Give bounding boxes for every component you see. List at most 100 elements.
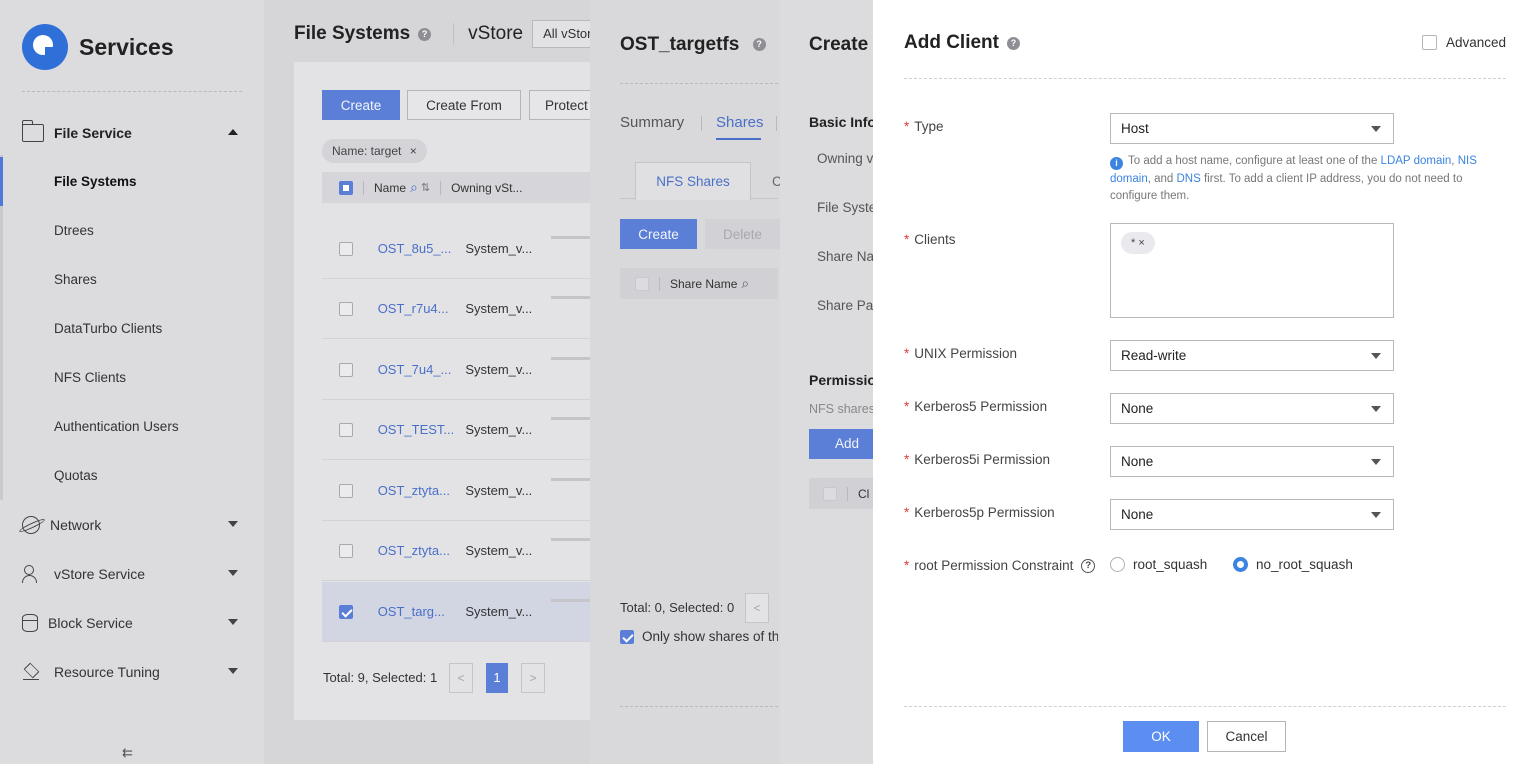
protect-button[interactable]: Protect: [529, 90, 590, 120]
search-icon[interactable]: ⌕: [410, 179, 418, 196]
file-system-name-link[interactable]: OST_ztyta...: [378, 543, 466, 558]
create-button[interactable]: Create: [322, 90, 400, 120]
capacity-bar: [551, 296, 590, 299]
create-from-button[interactable]: Create From: [407, 90, 521, 120]
row-checkbox[interactable]: [339, 362, 353, 377]
advanced-checkbox[interactable]: [1421, 35, 1437, 50]
column-divider: [363, 180, 364, 195]
only-show-shares-option[interactable]: Only show shares of th: [620, 629, 778, 644]
sidebar-item-file-systems[interactable]: File Systems: [0, 157, 264, 206]
sidebar-item-dtrees[interactable]: Dtrees: [0, 206, 264, 255]
sidebar-group-file-service[interactable]: File Service: [0, 108, 264, 157]
owning-vstore-cell: System_v...: [465, 483, 533, 498]
clients-input[interactable]: * ×: [1110, 223, 1394, 318]
file-system-name-link[interactable]: OST_targ...: [378, 604, 466, 619]
chevron-up-icon: [228, 129, 238, 135]
file-system-name-link[interactable]: OST_8u5_...: [378, 241, 466, 256]
filter-tag: Name: target ×: [322, 139, 427, 163]
kerberos5p-permission-select[interactable]: None: [1110, 499, 1394, 530]
advanced-label: Advanced: [1445, 35, 1506, 50]
question-icon[interactable]: ?: [1081, 558, 1096, 573]
file-system-name-link[interactable]: OST_7u4_...: [378, 362, 466, 377]
sidebar-item-nfs-clients[interactable]: NFS Clients: [0, 353, 264, 402]
only-show-shares-checkbox[interactable]: [620, 629, 634, 644]
table-row[interactable]: OST_8u5_... System_v...: [322, 219, 590, 279]
kerberos5-permission-select[interactable]: None: [1110, 393, 1394, 424]
page-prev-button[interactable]: <: [449, 663, 473, 693]
select-all-checkbox[interactable]: [339, 180, 353, 195]
filter-tag-label: Name: target: [332, 144, 402, 158]
tab-nfs-shares[interactable]: NFS Shares: [635, 162, 751, 200]
help-icon[interactable]: ?: [1007, 36, 1020, 50]
table-row[interactable]: OST_r7u4... System_v...: [322, 279, 590, 339]
kerberos5i-permission-select[interactable]: None: [1110, 446, 1394, 477]
file-system-name-link[interactable]: OST_TEST...: [378, 422, 466, 437]
table-row[interactable]: OST_7u4_... System_v...: [322, 340, 590, 400]
shares-table-header: Share Name ⌕: [620, 268, 778, 299]
unix-permission-label-text: UNIX Permission: [914, 346, 1018, 361]
dns-link[interactable]: DNS: [1177, 173, 1201, 185]
row-checkbox[interactable]: [339, 241, 353, 256]
sidebar-item-dataturbo-clients[interactable]: DataTurbo Clients: [0, 304, 264, 353]
root-squash-radio[interactable]: root_squash: [1110, 557, 1207, 572]
column-header-client: Cl: [858, 486, 870, 501]
advanced-toggle[interactable]: Advanced: [1421, 35, 1506, 50]
radio-circle-selected[interactable]: [1233, 557, 1248, 572]
tab-summary[interactable]: Summary: [620, 114, 684, 131]
client-chip[interactable]: * ×: [1121, 232, 1155, 254]
help-icon[interactable]: ?: [418, 27, 432, 41]
chevron-down-icon: [228, 521, 238, 527]
sidebar-item-quotas[interactable]: Quotas: [0, 451, 264, 500]
sidebar-group-network[interactable]: Network: [0, 500, 264, 549]
row-checkbox[interactable]: [339, 543, 353, 558]
file-system-name-link[interactable]: OST_ztyta...: [378, 483, 466, 498]
row-checkbox[interactable]: [339, 301, 353, 316]
tab-shares[interactable]: Shares: [716, 114, 764, 131]
collapse-sidebar-icon[interactable]: ⇇: [122, 745, 133, 761]
file-system-name-link[interactable]: OST_r7u4...: [378, 301, 466, 316]
sidebar-group-resource-tuning[interactable]: Resource Tuning: [0, 647, 264, 696]
ok-button[interactable]: OK: [1123, 721, 1199, 752]
radio-circle[interactable]: [1110, 557, 1125, 572]
select-all-checkbox[interactable]: [823, 486, 837, 501]
ldap-domain-link[interactable]: LDAP domain: [1381, 155, 1452, 167]
planet-icon: [22, 515, 40, 534]
kerberos5i-label-text: Kerberos5i Permission: [914, 452, 1051, 467]
sidebar-divider: [22, 91, 242, 92]
unix-permission-select[interactable]: Read-write: [1110, 340, 1394, 371]
table-row[interactable]: OST_ztyta... System_v...: [322, 521, 590, 581]
table-row[interactable]: OST_TEST... System_v...: [322, 400, 590, 460]
sidebar-item-authentication-users[interactable]: Authentication Users: [0, 402, 264, 451]
layers-icon: [22, 663, 44, 681]
no-root-squash-radio[interactable]: no_root_squash: [1233, 557, 1353, 572]
table-row[interactable]: OST_targ... System_v...: [322, 582, 590, 642]
search-icon[interactable]: ⌕: [741, 275, 749, 292]
sidebar-group-label: File Service: [54, 124, 132, 141]
row-checkbox[interactable]: [339, 422, 353, 437]
sidebar-item-shares[interactable]: Shares: [0, 255, 264, 304]
hint-text: To add a host name, configure at least o…: [1128, 155, 1378, 167]
row-checkbox[interactable]: [339, 483, 353, 498]
tab-divider: [701, 116, 702, 131]
close-icon[interactable]: ×: [410, 144, 417, 158]
only-show-shares-label: Only show shares of th: [642, 629, 778, 644]
type-select[interactable]: Host: [1110, 113, 1394, 144]
delete-share-button[interactable]: Delete: [705, 219, 780, 249]
sidebar-group-vstore-service[interactable]: vStore Service: [0, 549, 264, 598]
sidebar-group-block-service[interactable]: Block Service: [0, 598, 264, 647]
create-share-button[interactable]: Create: [620, 219, 697, 249]
cancel-button[interactable]: Cancel: [1207, 721, 1286, 752]
page-next-button[interactable]: >: [521, 663, 545, 693]
add-client-button[interactable]: Add: [809, 429, 873, 459]
row-checkbox[interactable]: [339, 604, 353, 619]
owning-vstore-cell: System_v...: [465, 422, 533, 437]
select-all-checkbox[interactable]: [635, 276, 649, 291]
sort-icon[interactable]: ⇅: [421, 181, 430, 194]
table-row[interactable]: OST_ztyta... System_v...: [322, 461, 590, 521]
shares-page-prev-button[interactable]: <: [745, 593, 769, 623]
page-number-button[interactable]: 1: [486, 663, 508, 693]
detail-title: OST_targetfs ?: [620, 34, 766, 56]
help-icon[interactable]: ?: [752, 38, 766, 52]
sidebar-group-label: vStore Service: [54, 565, 146, 582]
shares-total: Total: 0, Selected: 0: [620, 600, 735, 615]
